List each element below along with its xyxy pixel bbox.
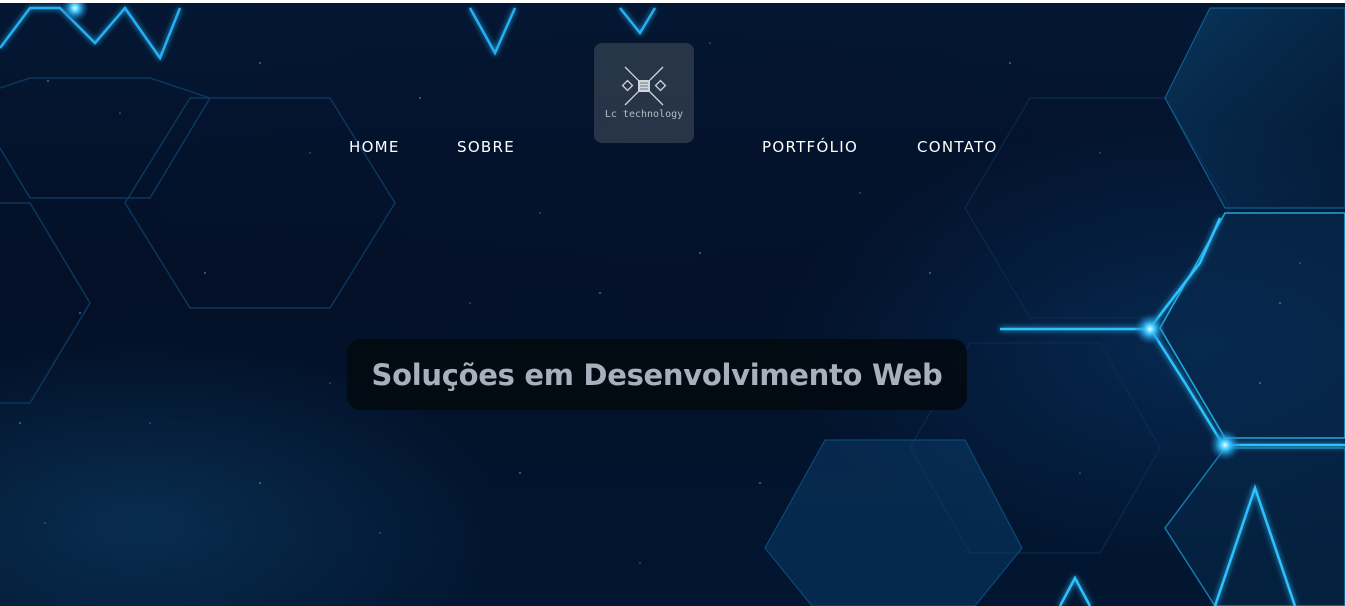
logo-text: Lc technology: [604, 109, 684, 120]
headline-banner: Soluções em Desenvolvimento Web: [347, 339, 967, 410]
nav-link-home[interactable]: HOME: [349, 138, 400, 156]
main-navigation: HOME SOBRE Lc technology PORTFÓLIO CONTA…: [0, 3, 1345, 203]
nav-link-contato[interactable]: CONTATO: [917, 138, 998, 156]
hero-section: HOME SOBRE Lc technology PORTFÓLIO CONTA…: [0, 3, 1345, 606]
logo[interactable]: Lc technology: [594, 43, 694, 143]
circuit-chip-icon: [621, 66, 667, 106]
hero-headline: Soluções em Desenvolvimento Web: [371, 357, 943, 392]
nav-link-sobre[interactable]: SOBRE: [457, 138, 515, 156]
nav-link-portfolio[interactable]: PORTFÓLIO: [762, 138, 858, 156]
